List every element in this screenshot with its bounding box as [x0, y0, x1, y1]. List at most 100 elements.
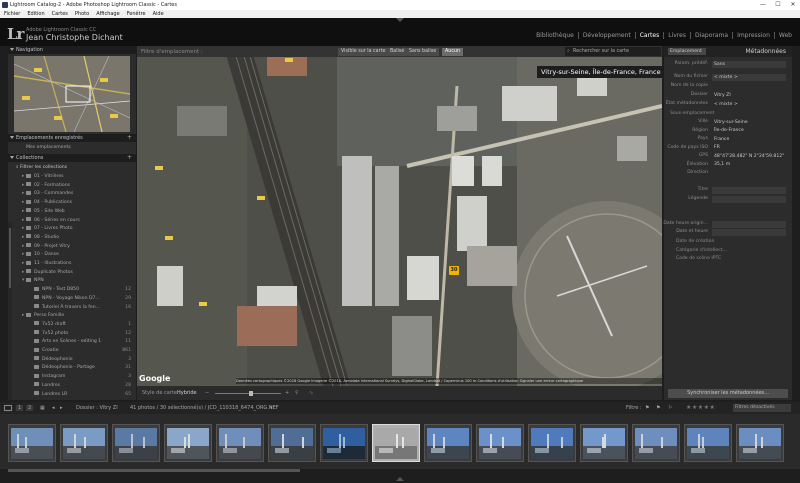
collection-item[interactable]: ▸ 07 - Livres Photo: [8, 225, 136, 233]
module-map[interactable]: Cartes: [636, 32, 665, 39]
menu-edit[interactable]: Edition: [27, 10, 44, 18]
zoom-slider-thumb[interactable]: [249, 391, 253, 396]
flag-rejected-icon[interactable]: ⚐: [668, 405, 672, 411]
close-button[interactable]: ✕: [786, 0, 800, 10]
module-develop[interactable]: Développement: [579, 32, 636, 39]
metadata-value-field[interactable]: Île-de-France: [712, 127, 786, 134]
filmstrip-thumbnail[interactable]: [164, 424, 212, 462]
track-log-icon[interactable]: ∿: [309, 390, 313, 396]
collection-item[interactable]: NPN - Voyage Nikon D7... 29: [8, 295, 136, 303]
flag-icon[interactable]: ⚑: [656, 405, 660, 411]
collection-item[interactable]: ▸ 06 - Séries en cours: [8, 217, 136, 225]
collection-item[interactable]: ▸ 04 - Publications: [8, 199, 136, 207]
back-icon[interactable]: ◂: [52, 405, 55, 411]
metadata-value-field[interactable]: Vitry ZI: [712, 92, 786, 99]
navigator-header[interactable]: Navigation: [8, 46, 136, 54]
filter-collections-item[interactable]: ⌕ Filtrer les collections: [8, 164, 136, 172]
zoom-out-icon[interactable]: −: [205, 390, 209, 396]
collection-item[interactable]: ▸ 10 - Danse: [8, 251, 136, 259]
navigator-map-preview[interactable]: [14, 56, 130, 132]
collapse-top-panel-icon[interactable]: [396, 18, 404, 22]
page-2-tab[interactable]: 2: [26, 405, 34, 411]
collection-item[interactable]: ▸ Duplicate Photos: [8, 269, 136, 277]
forward-icon[interactable]: ▸: [60, 405, 63, 411]
collection-item[interactable]: Instagram 3: [8, 373, 136, 381]
filmstrip-thumbnail[interactable]: [684, 424, 732, 462]
filmstrip-thumbnail[interactable]: [216, 424, 264, 462]
filmstrip-thumbnail[interactable]: [320, 424, 368, 462]
filmstrip-thumbnail[interactable]: [372, 424, 420, 462]
collection-item[interactable]: ▸ 05 - Site Web: [8, 208, 136, 216]
filter-visible-on-map[interactable]: Visible sur la carte: [338, 48, 389, 56]
collection-item[interactable]: ▸ 01 - Vitrières: [8, 173, 136, 181]
collection-item[interactable]: Dédeophonie - Partage 31: [8, 364, 136, 372]
metadata-value-field[interactable]: [712, 186, 786, 194]
filter-untagged[interactable]: Sans balise: [406, 48, 440, 56]
menu-map[interactable]: Cartes: [52, 10, 68, 18]
collection-item[interactable]: ▸ 08 - Studio: [8, 234, 136, 242]
left-panel-scrollbar[interactable]: [8, 222, 12, 400]
lock-markers-icon[interactable]: ⚲: [295, 390, 299, 396]
single-view-icon[interactable]: [4, 405, 12, 411]
rating-filter-stars[interactable]: ★★★★★: [686, 404, 715, 411]
zoom-slider-track[interactable]: [215, 393, 281, 394]
menu-file[interactable]: Fichier: [4, 10, 20, 18]
filter-none[interactable]: Aucun: [442, 48, 464, 56]
module-library[interactable]: Bibliothèque: [532, 32, 579, 39]
collection-item[interactable]: NPN - Test D850 12: [8, 286, 136, 294]
metadata-preset-dropdown[interactable]: Emplacement: [668, 48, 706, 55]
filmstrip-filter-dropdown[interactable]: Filtres désactivés: [733, 404, 791, 412]
filmstrip-thumbnail[interactable]: [736, 424, 784, 462]
add-location-icon[interactable]: +: [127, 134, 132, 142]
collection-item[interactable]: ▸ 03 - Commandes: [8, 190, 136, 198]
metadata-title[interactable]: Métadonnées: [746, 48, 787, 55]
menu-help[interactable]: Aide: [153, 10, 164, 18]
filmstrip-thumbnail[interactable]: [8, 424, 56, 462]
add-collection-icon[interactable]: +: [127, 154, 132, 162]
metadata-value-field[interactable]: < mixte >: [712, 73, 786, 81]
minimize-button[interactable]: —: [756, 0, 770, 10]
metadata-value-field[interactable]: 48°47'28.482" N 2°24'59.812" E: [712, 153, 786, 160]
map-view[interactable]: [137, 46, 662, 386]
collection-item[interactable]: ▾ NPN: [8, 277, 136, 285]
maximize-button[interactable]: ☐: [771, 0, 785, 10]
menu-window[interactable]: Fenêtre: [127, 10, 146, 18]
collection-item[interactable]: Tutoriel À travers la fen... 16: [8, 304, 136, 312]
module-slideshow[interactable]: Diaporama: [691, 32, 734, 39]
collection-item[interactable]: 7x52 photo 12: [8, 330, 136, 338]
filmstrip-thumbnail[interactable]: [60, 424, 108, 462]
sync-metadata-button[interactable]: Synchroniser les métadonnées...: [668, 389, 788, 398]
collection-item[interactable]: Arts en Scènes - editing 1 11: [8, 338, 136, 346]
collection-item[interactable]: ▸ 09 - Projet Vitry: [8, 243, 136, 251]
collapse-filmstrip-icon[interactable]: [396, 477, 404, 481]
metadata-value-field[interactable]: < mixte >: [712, 101, 786, 108]
collections-header[interactable]: Collections +: [8, 154, 136, 162]
metadata-value-field[interactable]: Vitry-sur-Seine: [712, 119, 786, 126]
my-locations-item[interactable]: Mes emplacements: [8, 144, 136, 152]
menu-photo[interactable]: Photo: [75, 10, 89, 18]
photo-cluster-marker[interactable]: 30: [449, 266, 459, 275]
module-web[interactable]: Web: [775, 32, 796, 39]
collection-item[interactable]: Croatie 861: [8, 347, 136, 355]
filmstrip-thumbnail[interactable]: [528, 424, 576, 462]
collection-item[interactable]: 7x52 draft 1: [8, 321, 136, 329]
zoom-in-icon[interactable]: +: [285, 390, 289, 396]
module-print[interactable]: Impression: [733, 32, 775, 39]
metadata-value-field[interactable]: [712, 220, 786, 228]
filmstrip-thumbnail[interactable]: [580, 424, 628, 462]
map-search-input[interactable]: ⌕ Rechercher sur la carte: [565, 47, 661, 56]
collection-item[interactable]: Londres LR 65: [8, 391, 136, 399]
folder-breadcrumb[interactable]: Dossier : Vitry ZI: [76, 405, 118, 411]
filmstrip-scrollbar[interactable]: [8, 469, 300, 472]
collection-item[interactable]: ▸ 11 - Illustrations: [8, 260, 136, 268]
filmstrip-thumbnail[interactable]: [268, 424, 316, 462]
collection-item[interactable]: Dédeophonie 3: [8, 356, 136, 364]
metadata-value-field[interactable]: [712, 228, 786, 236]
chevron-down-icon[interactable]: ▾: [270, 405, 273, 411]
filter-tagged[interactable]: Balisé: [387, 48, 408, 56]
page-1-tab[interactable]: 1: [16, 405, 24, 411]
filmstrip-thumbnail[interactable]: [112, 424, 160, 462]
flag-icon[interactable]: ⚑: [645, 405, 649, 411]
collection-item[interactable]: Londres 28: [8, 382, 136, 390]
menu-view[interactable]: Affichage: [96, 10, 120, 18]
